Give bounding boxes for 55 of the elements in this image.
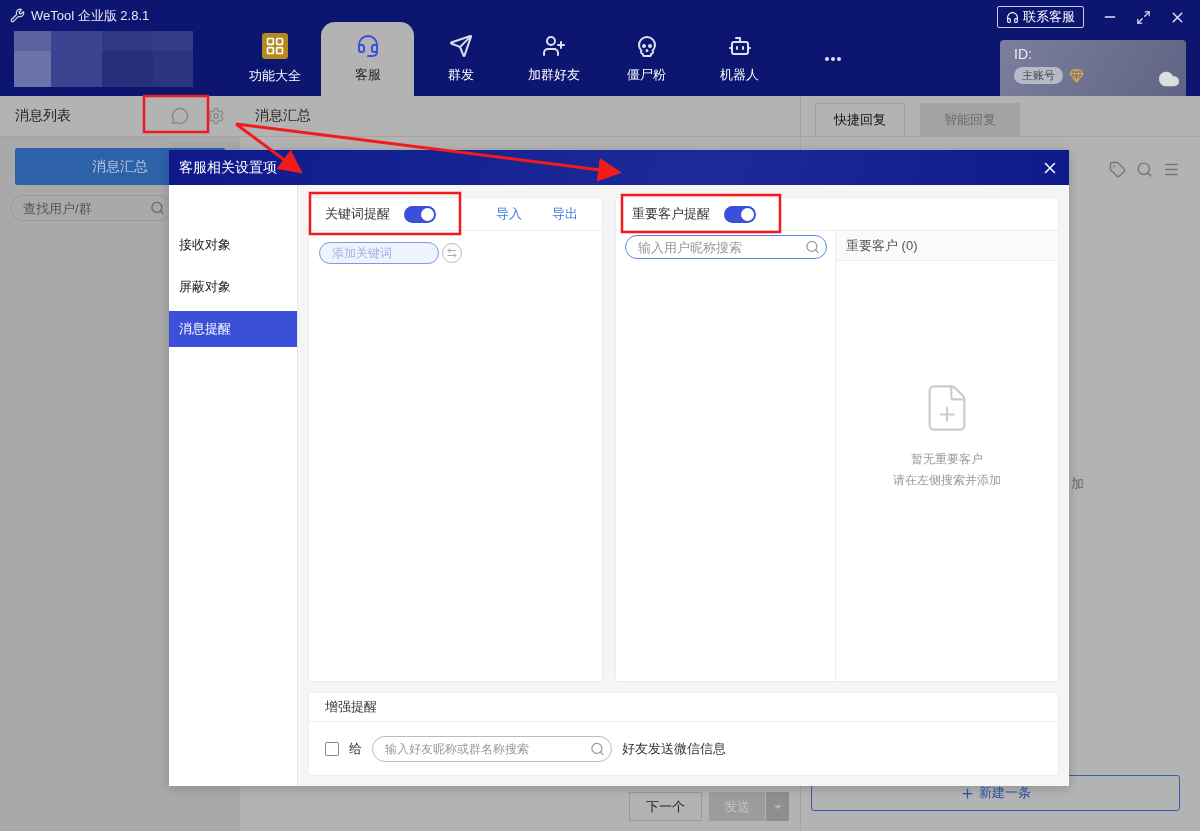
search-icon[interactable] <box>805 239 820 255</box>
toggle-switch[interactable] <box>724 205 756 223</box>
search-icon[interactable] <box>150 200 165 216</box>
search-icon[interactable] <box>590 741 605 757</box>
next-button[interactable]: 下一个 <box>629 792 702 821</box>
account-id-label: ID: <box>1014 46 1033 62</box>
nav-tab[interactable]: 功能大全 <box>228 22 321 96</box>
sidebar-item[interactable]: 接收对象 <box>169 227 297 263</box>
tab[interactable]: 快捷回复 <box>815 103 905 136</box>
toggle-switch[interactable] <box>404 205 436 223</box>
contact-support-button[interactable]: 联系客服 <box>997 6 1084 28</box>
export-link[interactable]: 导出 <box>552 205 578 223</box>
checkbox[interactable] <box>325 742 339 756</box>
window-title: WeTool 企业版 2.8.1 <box>31 6 150 25</box>
paper-plane-icon <box>448 34 473 58</box>
panel-title: 消息汇总 <box>255 107 311 125</box>
nav-tab[interactable]: 群发 <box>414 22 507 96</box>
menu-icon[interactable] <box>1163 161 1180 178</box>
dropdown-button[interactable] <box>765 792 789 821</box>
more-icon <box>824 57 841 61</box>
empty-state-text: 请在左侧搜索并添加 <box>893 472 1001 489</box>
nav-tab[interactable]: 僵尸粉 <box>600 22 693 96</box>
search-field[interactable]: 查找用户/群 <box>10 195 172 221</box>
grid-icon <box>261 33 288 59</box>
list-header: 重要客户 (0) <box>836 231 1058 261</box>
robot-icon <box>727 34 752 58</box>
panel-title: 消息列表 <box>15 107 71 125</box>
card-title: 增强提醒 <box>325 698 377 716</box>
nav-tab[interactable]: 客服 <box>321 22 414 96</box>
hint-text: 加 <box>1071 475 1084 493</box>
nav-tab[interactable]: 机器人 <box>693 22 786 96</box>
nav-tab[interactable]: 加群好友 <box>507 22 600 96</box>
highlight-box <box>142 94 210 134</box>
gem-icon <box>1069 68 1084 83</box>
wrench-icon <box>10 8 25 23</box>
headset-icon <box>355 34 380 58</box>
account-badge: 主账号 <box>1014 67 1063 84</box>
maximize-icon[interactable] <box>1136 9 1151 25</box>
sidebar-item[interactable]: 消息提醒 <box>169 311 297 347</box>
plus-icon <box>960 785 975 801</box>
empty-state-text: 暂无重要客户 <box>911 451 983 468</box>
card-title: 关键词提醒 <box>325 205 390 223</box>
add-user-icon <box>541 34 566 58</box>
sidebar-item[interactable]: 屏蔽对象 <box>169 269 297 305</box>
keyword-input[interactable]: 添加关键词 <box>319 242 439 264</box>
search-icon[interactable] <box>1136 161 1153 178</box>
search-field[interactable]: 输入好友昵称或群名称搜索 <box>372 736 612 762</box>
label-text: 好友发送微信信息 <box>622 740 726 758</box>
label-text: 给 <box>349 740 362 758</box>
card-title: 重要客户提醒 <box>632 205 710 223</box>
headset-icon <box>1006 10 1019 24</box>
search-field[interactable]: 输入用户昵称搜索 <box>625 235 827 259</box>
import-link[interactable]: 导入 <box>496 205 522 223</box>
tag-icon[interactable] <box>1109 161 1126 178</box>
settings-icon[interactable] <box>207 107 225 125</box>
